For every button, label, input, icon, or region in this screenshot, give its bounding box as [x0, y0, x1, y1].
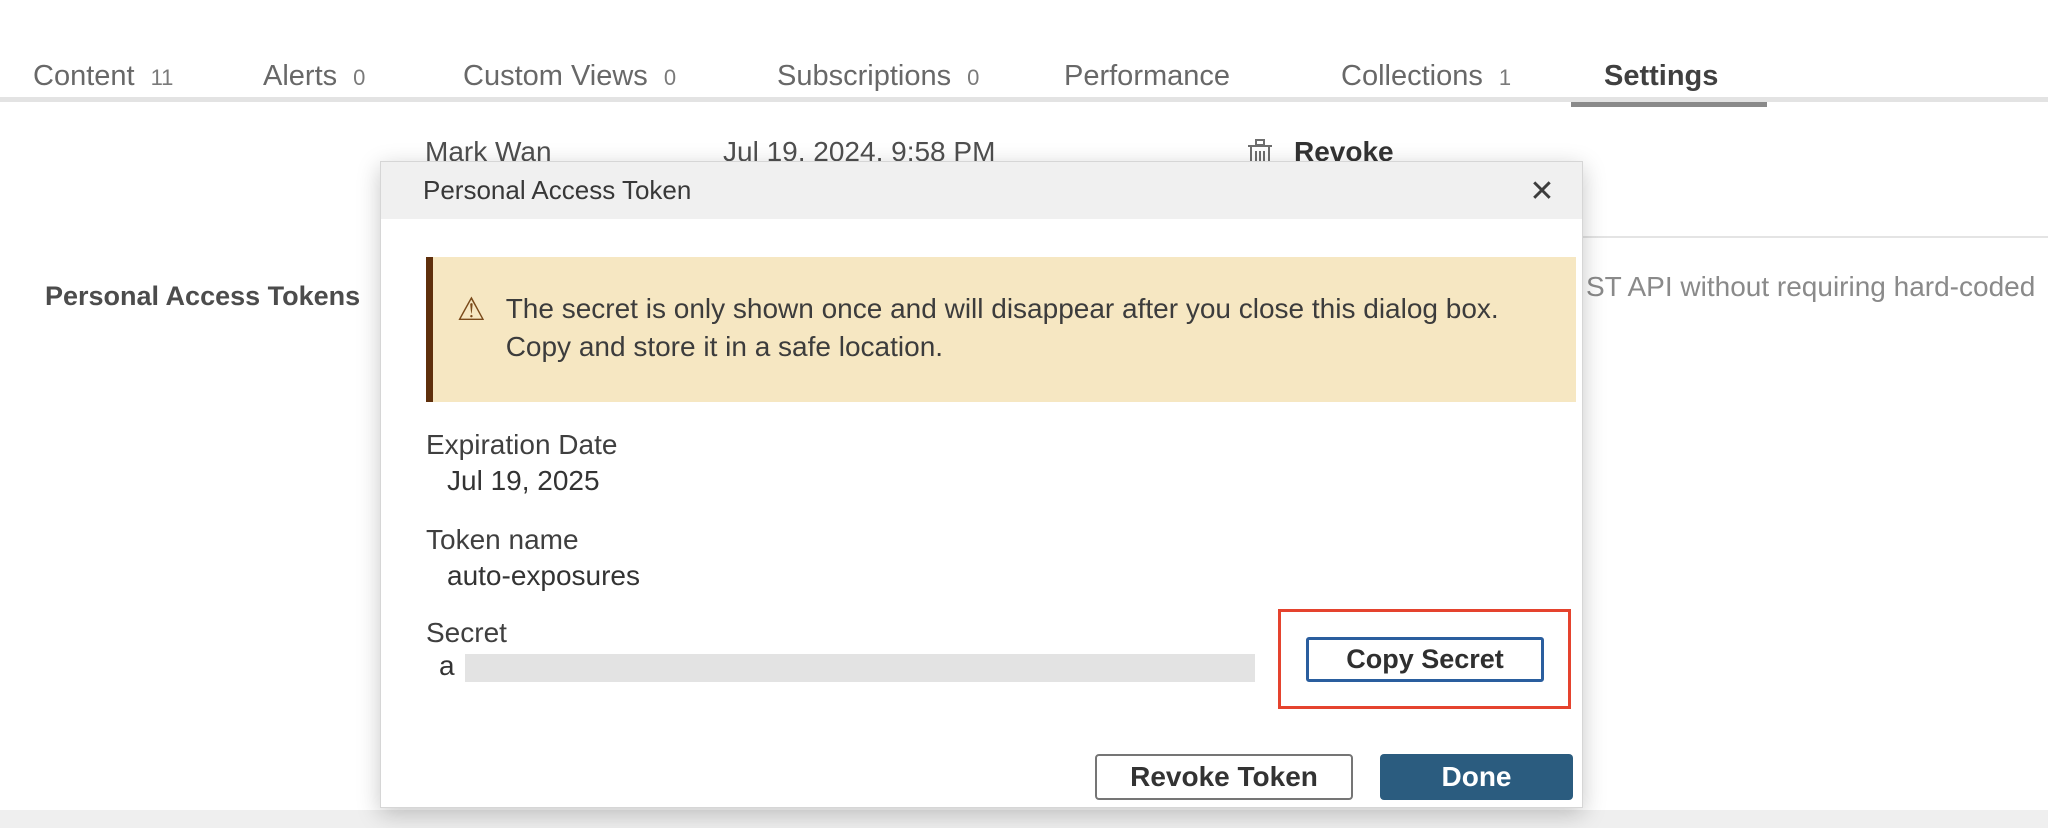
page-bottom-strip	[0, 810, 2048, 828]
personal-access-token-dialog: Personal Access Token ✕ ⚠ The secret is …	[380, 161, 1583, 808]
tab-count-badge: 0	[353, 65, 365, 91]
tab-label: Subscriptions	[777, 60, 951, 93]
tab-collections[interactable]: Collections 1	[1341, 60, 1511, 93]
dialog-title: Personal Access Token	[423, 175, 691, 206]
tab-settings[interactable]: Settings	[1604, 60, 1718, 93]
tab-count-badge: 0	[967, 65, 979, 91]
tab-label: Performance	[1064, 60, 1230, 93]
expiration-date-value: Jul 19, 2025	[447, 465, 600, 497]
tab-label: Custom Views	[463, 60, 648, 93]
tab-content[interactable]: Content 11	[33, 60, 173, 93]
tab-label: Settings	[1604, 60, 1718, 93]
token-name-value: auto-exposures	[447, 560, 640, 592]
section-label: Personal Access Tokens	[45, 281, 360, 312]
tab-label: Content	[33, 60, 135, 93]
active-tab-underline	[1571, 102, 1767, 107]
close-icon[interactable]: ✕	[1520, 170, 1564, 212]
revoke-token-button[interactable]: Revoke Token	[1095, 754, 1353, 800]
secret-redacted-bar	[465, 654, 1255, 682]
tab-label: Alerts	[263, 60, 337, 93]
screen: Content 11 Alerts 0 Custom Views 0 Subscrip…	[0, 0, 2048, 828]
tab-count-badge: 0	[664, 65, 676, 91]
tab-subscriptions[interactable]: Subscriptions 0	[777, 60, 979, 93]
warning-text: The secret is only shown once and will d…	[506, 290, 1536, 366]
tab-count-badge: 1	[1499, 65, 1511, 91]
tab-bar: Content 11 Alerts 0 Custom Views 0 Subscrip…	[0, 0, 2048, 102]
section-divider	[1560, 236, 2048, 238]
tab-label: Collections	[1341, 60, 1483, 93]
expiration-date-label: Expiration Date	[426, 429, 617, 461]
tab-alerts[interactable]: Alerts 0	[263, 60, 365, 93]
secret-label: Secret	[426, 617, 507, 649]
section-description-clipped: ST API without requiring hard-coded	[1586, 271, 2035, 303]
token-name-label: Token name	[426, 524, 579, 556]
secret-value-partial: a	[439, 650, 455, 682]
warning-icon: ⚠	[457, 290, 486, 328]
warning-banner: ⚠ The secret is only shown once and will…	[426, 257, 1576, 402]
copy-secret-button[interactable]: Copy Secret	[1306, 637, 1544, 682]
dialog-header: Personal Access Token ✕	[381, 162, 1582, 219]
tab-custom-views[interactable]: Custom Views 0	[463, 60, 676, 93]
tab-performance[interactable]: Performance	[1064, 60, 1230, 93]
tab-count-badge: 11	[151, 65, 174, 91]
done-button[interactable]: Done	[1380, 754, 1573, 800]
